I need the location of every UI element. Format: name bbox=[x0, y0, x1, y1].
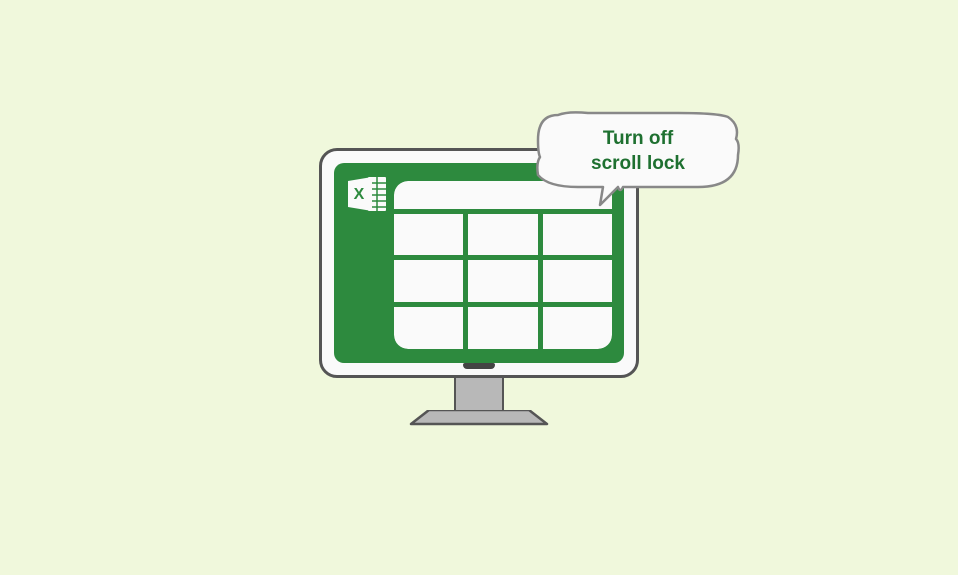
cell bbox=[394, 214, 463, 256]
cell bbox=[394, 307, 463, 349]
excel-x-letter: X bbox=[354, 186, 365, 203]
cell bbox=[468, 307, 537, 349]
monitor-stand-base bbox=[409, 410, 549, 426]
sheet-cells bbox=[394, 214, 612, 349]
camera-notch bbox=[463, 363, 495, 369]
bubble-line-2: scroll lock bbox=[591, 153, 685, 174]
cell bbox=[543, 307, 612, 349]
cell bbox=[543, 260, 612, 302]
monitor-stand-neck bbox=[454, 378, 504, 410]
bubble-line-1: Turn off bbox=[603, 128, 673, 149]
cell bbox=[394, 260, 463, 302]
excel-icon: X bbox=[346, 175, 388, 213]
speech-bubble-text: Turn off scroll lock bbox=[528, 127, 748, 176]
cell bbox=[468, 260, 537, 302]
speech-bubble: Turn off scroll lock bbox=[528, 105, 748, 205]
